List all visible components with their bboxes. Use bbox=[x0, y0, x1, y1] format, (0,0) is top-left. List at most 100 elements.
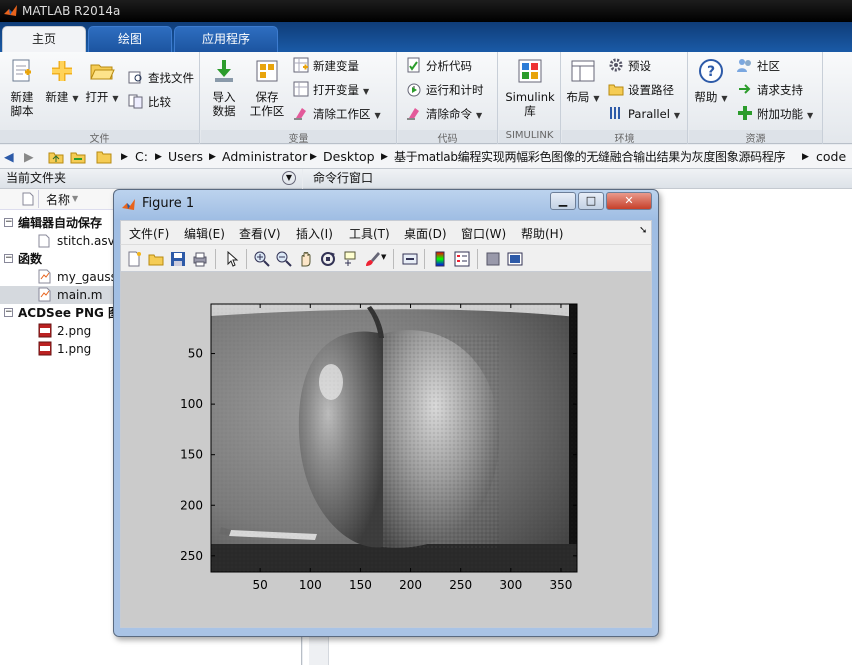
breadcrumb-separator: ▶ bbox=[121, 152, 128, 162]
file-name: stitch.asv bbox=[57, 234, 115, 248]
breadcrumb-administrator[interactable]: Administrator bbox=[222, 148, 307, 166]
pointer-icon[interactable] bbox=[224, 251, 240, 267]
save-workspace-button[interactable]: 保存 工作区 bbox=[247, 58, 287, 118]
breadcrumb-c-drive[interactable]: C: bbox=[135, 148, 148, 166]
import-data-button[interactable]: 导入 数据 bbox=[205, 58, 243, 118]
zoom-out-icon[interactable] bbox=[276, 251, 292, 267]
menu-tools[interactable]: 工具(T) bbox=[349, 225, 390, 242]
up-folder-icon[interactable] bbox=[48, 149, 64, 165]
figure-canvas[interactable]: 50 100 150 200 250 300 350 50 100 150 200 250 bbox=[120, 272, 652, 628]
zoom-in-icon[interactable] bbox=[254, 251, 270, 267]
request-support-button[interactable]: 请求支持 bbox=[737, 80, 803, 100]
tab-apps[interactable]: 应用程序 bbox=[174, 26, 278, 52]
open-variable-button[interactable]: 打开变量 ▼ bbox=[293, 80, 369, 100]
new-button[interactable]: 新建 ▼ bbox=[44, 58, 80, 106]
back-arrow-icon[interactable]: ◀ bbox=[4, 148, 14, 166]
legend-icon[interactable] bbox=[454, 251, 470, 267]
forward-arrow-icon[interactable]: ▶ bbox=[24, 148, 34, 166]
open-folder-icon bbox=[90, 64, 115, 80]
image-grain bbox=[211, 304, 577, 572]
chevron-down-icon[interactable]: ▼ bbox=[381, 253, 386, 261]
help-button[interactable]: ? 帮助 ▼ bbox=[693, 58, 729, 106]
breadcrumb-code[interactable]: code bbox=[816, 148, 846, 166]
set-path-button[interactable]: 设置路径 bbox=[608, 80, 674, 100]
find-files-button[interactable]: 查找文件 bbox=[128, 68, 194, 88]
chevron-down-icon: ▼ bbox=[476, 111, 483, 120]
colorbar-icon[interactable] bbox=[432, 251, 448, 267]
chevron-down-icon: ▼ bbox=[112, 94, 119, 103]
layout-button[interactable]: 布局 ▼ bbox=[566, 58, 600, 106]
group-label: ACDSee PNG 图 bbox=[18, 306, 121, 320]
figure-window[interactable]: Figure 1 ▁ □ ✕ 文件(F) 编辑(E) 查看(V) 插入(I) 工… bbox=[113, 189, 659, 637]
tab-home[interactable]: 主页 bbox=[2, 26, 86, 52]
save-icon[interactable] bbox=[170, 251, 186, 267]
menu-file[interactable]: 文件(F) bbox=[129, 225, 169, 242]
compare-button[interactable]: 比较 bbox=[128, 92, 171, 112]
breadcrumb-project-folder[interactable]: 基于matlab编程实现两幅彩色图像的无缝融合输出结果为灰度图象源码程序 bbox=[394, 148, 786, 166]
breadcrumb-desktop[interactable]: Desktop bbox=[323, 148, 375, 166]
name-column-header[interactable]: 名称 bbox=[46, 191, 70, 208]
x-tick-label: 100 bbox=[299, 578, 322, 592]
print-icon[interactable] bbox=[192, 251, 208, 267]
run-time-icon bbox=[407, 83, 421, 97]
link-plot-icon[interactable] bbox=[402, 251, 418, 267]
toolbar-separator bbox=[246, 249, 247, 269]
code-section: 分析代码 运行和计时 清除命令 ▼ 代码 bbox=[398, 52, 498, 145]
collapse-icon[interactable]: − bbox=[4, 218, 13, 227]
chevron-down-icon: ▼ bbox=[673, 111, 681, 120]
breadcrumb-users[interactable]: Users bbox=[168, 148, 203, 166]
add-ons-icon bbox=[738, 106, 752, 120]
image-content bbox=[211, 304, 577, 572]
chevron-down-icon: ▼ bbox=[721, 94, 728, 103]
menu-edit[interactable]: 编辑(E) bbox=[184, 225, 225, 242]
analyze-code-button[interactable]: 分析代码 bbox=[406, 56, 472, 76]
dock-arrow-icon[interactable]: ➘ bbox=[639, 225, 647, 236]
svg-text:?: ? bbox=[707, 64, 715, 80]
ribbon-tabbar: 主页 绘图 应用程序 bbox=[0, 22, 852, 52]
clear-workspace-button[interactable]: 清除工作区 ▼ bbox=[293, 104, 381, 124]
folder-icon bbox=[96, 151, 112, 164]
maximize-button[interactable]: □ bbox=[578, 192, 604, 210]
run-time-button[interactable]: 运行和计时 bbox=[406, 80, 484, 100]
collapse-icon[interactable]: − bbox=[4, 254, 13, 263]
community-button[interactable]: 社区 bbox=[737, 56, 780, 76]
menu-window[interactable]: 窗口(W) bbox=[461, 225, 506, 242]
pan-icon[interactable] bbox=[298, 251, 314, 267]
parallel-button[interactable]: Parallel ▼ bbox=[608, 104, 680, 124]
new-variable-button[interactable]: 新建变量 bbox=[293, 56, 359, 76]
find-files-icon bbox=[128, 71, 142, 84]
png-file-icon bbox=[38, 341, 52, 356]
collapse-icon[interactable]: − bbox=[4, 308, 13, 317]
minimize-button[interactable]: ▁ bbox=[550, 192, 576, 210]
open-file-icon[interactable] bbox=[148, 251, 164, 267]
show-plot-tools-icon[interactable] bbox=[507, 251, 523, 267]
simulink-library-button[interactable]: Simulink 库 bbox=[503, 58, 557, 118]
browse-folder-icon[interactable] bbox=[70, 149, 86, 165]
figure-menubar: 文件(F) 编辑(E) 查看(V) 插入(I) 工具(T) 桌面(D) 窗口(W… bbox=[120, 220, 652, 244]
clear-commands-button[interactable]: 清除命令 ▼ bbox=[406, 104, 482, 124]
file-type-column-icon bbox=[22, 192, 34, 206]
tab-plots[interactable]: 绘图 bbox=[88, 26, 172, 52]
new-figure-icon[interactable] bbox=[126, 251, 142, 267]
menu-view[interactable]: 查看(V) bbox=[239, 225, 281, 242]
menu-help[interactable]: 帮助(H) bbox=[521, 225, 563, 242]
preferences-button[interactable]: 预设 bbox=[608, 56, 651, 76]
add-ons-button[interactable]: 附加功能 ▼ bbox=[737, 104, 813, 124]
rotate-3d-icon[interactable] bbox=[320, 251, 336, 267]
help-icon: ? bbox=[699, 59, 723, 83]
brush-icon[interactable] bbox=[364, 251, 380, 267]
new-script-button[interactable]: 新建 脚本 bbox=[4, 58, 40, 118]
clear-commands-icon bbox=[407, 108, 419, 120]
open-button[interactable]: 打开 ▼ bbox=[84, 58, 120, 106]
data-cursor-icon[interactable] bbox=[342, 251, 358, 267]
menu-desktop[interactable]: 桌面(D) bbox=[404, 225, 447, 242]
menu-insert[interactable]: 插入(I) bbox=[296, 225, 333, 242]
hide-plot-tools-icon[interactable] bbox=[485, 251, 501, 267]
open-variable-icon bbox=[293, 81, 309, 97]
find-files-label: 查找文件 bbox=[148, 71, 194, 85]
image-axes[interactable]: 50 100 150 200 250 300 350 50 100 150 200 250 bbox=[121, 272, 653, 628]
y-tick-label: 100 bbox=[180, 397, 203, 411]
close-button[interactable]: ✕ bbox=[606, 192, 652, 210]
panel-menu-icon[interactable]: ▼ bbox=[282, 171, 296, 185]
x-tick-label: 250 bbox=[449, 578, 472, 592]
